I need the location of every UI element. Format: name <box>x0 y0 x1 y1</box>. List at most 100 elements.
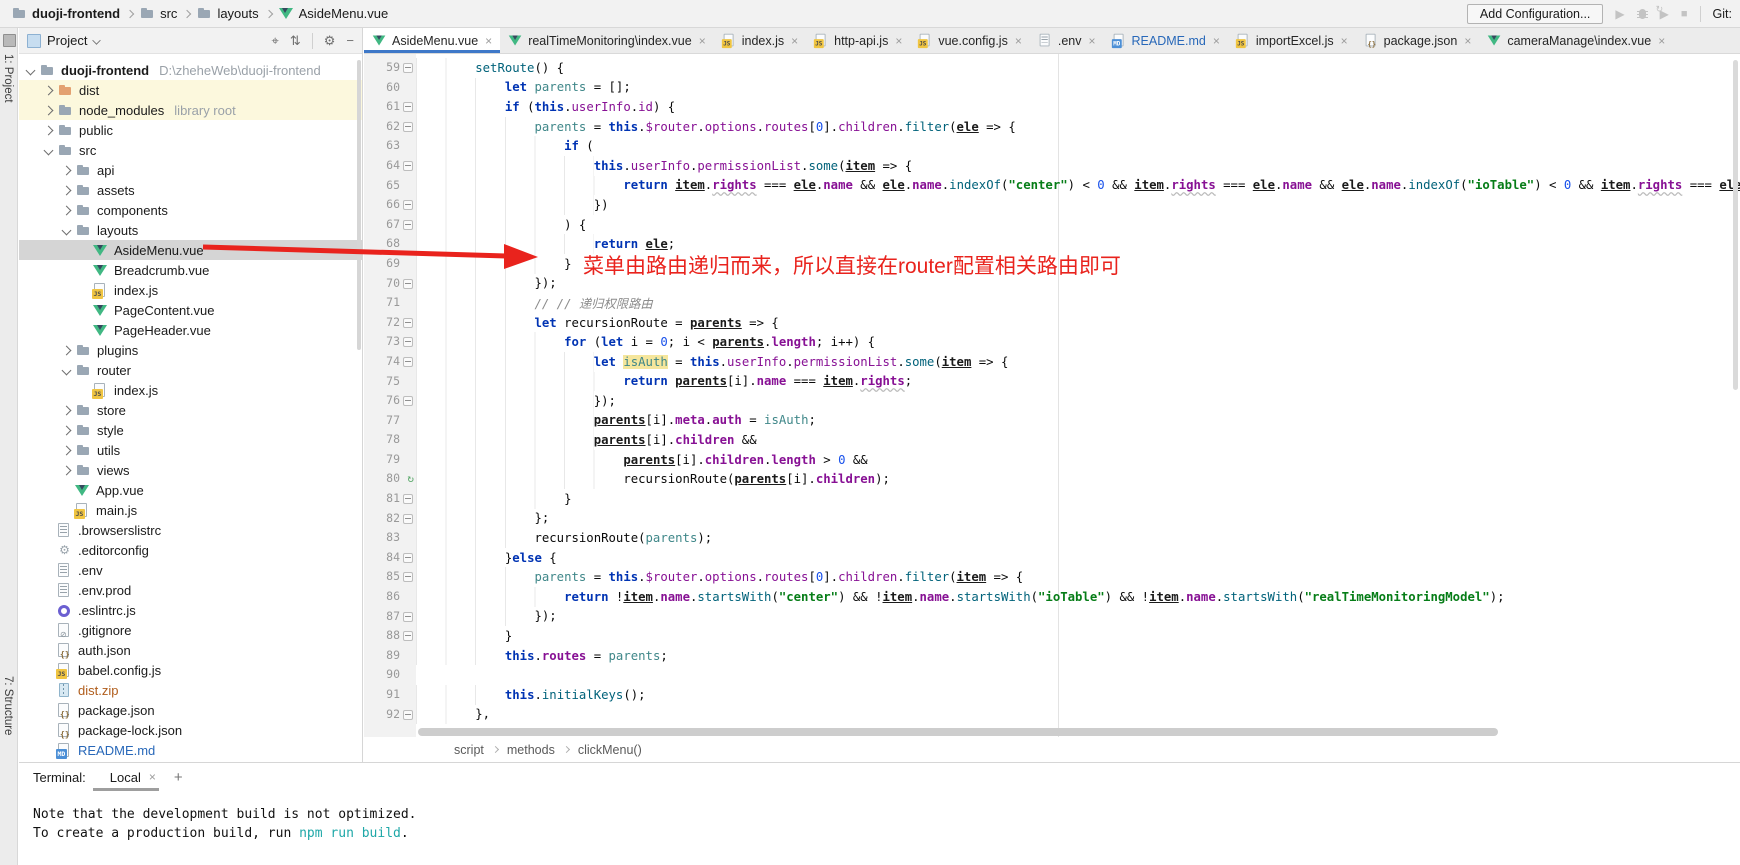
tool-button-structure[interactable]: 7: Structure <box>2 676 14 735</box>
fold-marker-icon[interactable] <box>403 318 413 328</box>
fold-marker-icon[interactable] <box>403 122 413 132</box>
tab-cameraManageindex.vue[interactable]: cameraManage\index.vue× <box>1479 28 1673 53</box>
fold-marker-icon[interactable] <box>403 200 413 210</box>
add-configuration-button[interactable]: Add Configuration... <box>1467 4 1604 24</box>
close-tab-icon[interactable]: × <box>1341 34 1348 48</box>
tree-item-utils[interactable]: utils <box>19 440 362 460</box>
code-line-75[interactable]: 75return parents[i].name === item.rights… <box>364 372 1740 392</box>
tool-button-project[interactable]: 1: Project <box>2 54 14 103</box>
git-label[interactable]: Git: <box>1713 7 1732 21</box>
tree-item-PageContent.vue[interactable]: PageContent.vue <box>19 300 362 320</box>
tree-item-router[interactable]: router <box>19 360 362 380</box>
tab-AsideMenu.vue[interactable]: AsideMenu.vue× <box>364 28 500 53</box>
tree-item-node_modules[interactable]: node_moduleslibrary root <box>19 100 362 120</box>
tab-importExcel.js[interactable]: importExcel.js× <box>1228 28 1356 53</box>
tab-vue.config.js[interactable]: vue.config.js× <box>910 28 1030 53</box>
tab-realTimeMonitoringindex.vue[interactable]: realTimeMonitoring\index.vue× <box>500 28 714 53</box>
close-tab-icon[interactable]: × <box>1658 34 1665 48</box>
breadcrumb-item-layouts[interactable]: layouts <box>197 6 258 21</box>
tree-item-style[interactable]: style <box>19 420 362 440</box>
chevron-collapsed-icon[interactable] <box>62 165 72 175</box>
tree-item-index.js[interactable]: index.js <box>19 380 362 400</box>
code-line-65[interactable]: 65return item.rights === ele.name && ele… <box>364 176 1740 196</box>
code-line-78[interactable]: 78parents[i].children && <box>364 430 1740 450</box>
close-tab-icon[interactable]: × <box>1464 34 1471 48</box>
tab-index.js[interactable]: index.js× <box>714 28 806 53</box>
breadcrumb-item-clickMenu[interactable]: clickMenu() <box>578 743 642 757</box>
code-line-92[interactable]: 92}, <box>364 705 1740 725</box>
code-line-74[interactable]: 74let isAuth = this.userInfo.permissionL… <box>364 352 1740 372</box>
project-tree-scrollbar[interactable] <box>357 60 361 350</box>
run-icon[interactable] <box>1615 8 1624 20</box>
tree-item-main.js[interactable]: main.js <box>19 500 362 520</box>
code-line-91[interactable]: 91this.initialKeys(); <box>364 685 1740 705</box>
close-tab-icon[interactable]: × <box>895 34 902 48</box>
close-tab-icon[interactable]: × <box>1015 34 1022 48</box>
code-line-72[interactable]: 72let recursionRoute = parents => { <box>364 313 1740 333</box>
fold-marker-icon[interactable] <box>403 63 413 73</box>
tab-http-api.js[interactable]: http-api.js× <box>806 28 910 53</box>
chevron-down-icon[interactable] <box>93 36 101 44</box>
chevron-expanded-icon[interactable] <box>44 145 54 155</box>
chevron-collapsed-icon[interactable] <box>62 425 72 435</box>
code-line-59[interactable]: 59setRoute() { <box>364 58 1740 78</box>
tree-item-src[interactable]: src <box>19 140 362 160</box>
chevron-expanded-icon[interactable] <box>26 65 36 75</box>
tree-item-App.vue[interactable]: App.vue <box>19 480 362 500</box>
code-line-87[interactable]: 87}); <box>364 607 1740 627</box>
hide-panel-icon[interactable]: − <box>346 34 354 47</box>
fold-marker-icon[interactable] <box>403 102 413 112</box>
tree-item-.gitignore[interactable]: .gitignore <box>19 620 362 640</box>
tree-item-auth.json[interactable]: auth.json <box>19 640 362 660</box>
tree-item-api[interactable]: api <box>19 160 362 180</box>
code-line-85[interactable]: 85parents = this.$router.options.routes[… <box>364 567 1740 587</box>
close-tab-icon[interactable]: × <box>791 34 798 48</box>
collapse-all-icon[interactable]: ⇅ <box>290 34 301 47</box>
breadcrumb-item-script[interactable]: script <box>454 743 484 757</box>
fold-marker-icon[interactable] <box>403 612 413 622</box>
chevron-collapsed-icon[interactable] <box>62 205 72 215</box>
tree-item-layouts[interactable]: layouts <box>19 220 362 240</box>
terminal-tab-local[interactable]: Local <box>110 770 141 785</box>
tree-item-Breadcrumb.vue[interactable]: Breadcrumb.vue <box>19 260 362 280</box>
vertical-scrollbar[interactable] <box>1733 60 1738 390</box>
code-line-79[interactable]: 79parents[i].children.length > 0 && <box>364 450 1740 470</box>
code-line-83[interactable]: 83recursionRoute(parents); <box>364 528 1740 548</box>
fold-marker-icon[interactable] <box>403 161 413 171</box>
chevron-collapsed-icon[interactable] <box>44 85 54 95</box>
code-line-81[interactable]: 81} <box>364 489 1740 509</box>
chevron-expanded-icon[interactable] <box>62 225 72 235</box>
tree-item-.env[interactable]: .env <box>19 560 362 580</box>
fold-marker-icon[interactable] <box>403 357 413 367</box>
code-line-82[interactable]: 82}; <box>364 509 1740 529</box>
settings-icon[interactable]: ⚙ <box>324 34 336 47</box>
fold-marker-icon[interactable] <box>403 337 413 347</box>
tree-item-AsideMenu.vue[interactable]: AsideMenu.vue <box>19 240 362 260</box>
close-tab-icon[interactable]: × <box>485 34 492 48</box>
code-line-77[interactable]: 77parents[i].meta.auth = isAuth; <box>364 411 1740 431</box>
fold-marker-icon[interactable] <box>403 572 413 582</box>
fold-marker-icon[interactable] <box>403 494 413 504</box>
code-line-71[interactable]: 71// // 递归权限路由 <box>364 293 1740 313</box>
tree-item-.browserslistrc[interactable]: .browserslistrc <box>19 520 362 540</box>
code-line-66[interactable]: 66}) <box>364 195 1740 215</box>
project-panel-title[interactable]: Project <box>47 33 87 48</box>
horizontal-scrollbar[interactable] <box>418 728 1498 736</box>
breadcrumb-item-duoji-frontend[interactable]: duoji-frontend <box>12 6 120 21</box>
tree-item-assets[interactable]: assets <box>19 180 362 200</box>
chevron-expanded-icon[interactable] <box>62 365 72 375</box>
stop-icon[interactable] <box>1681 7 1688 20</box>
tree-item-plugins[interactable]: plugins <box>19 340 362 360</box>
fold-marker-icon[interactable] <box>403 279 413 289</box>
project-tool-icon[interactable] <box>3 34 16 47</box>
tree-item-PageHeader.vue[interactable]: PageHeader.vue <box>19 320 362 340</box>
tab-.env[interactable]: .env× <box>1030 28 1104 53</box>
code-line-76[interactable]: 76}); <box>364 391 1740 411</box>
code-line-73[interactable]: 73for (let i = 0; i < parents.length; i+… <box>364 332 1740 352</box>
code-area[interactable]: 59setRoute() {60let parents = [];61if (t… <box>364 54 1740 737</box>
tree-item-package-lock.json[interactable]: package-lock.json <box>19 720 362 740</box>
tree-item-.eslintrc.js[interactable]: .eslintrc.js <box>19 600 362 620</box>
chevron-collapsed-icon[interactable] <box>62 345 72 355</box>
tree-item-dist.zip[interactable]: dist.zip <box>19 680 362 700</box>
tree-item-.env.prod[interactable]: .env.prod <box>19 580 362 600</box>
